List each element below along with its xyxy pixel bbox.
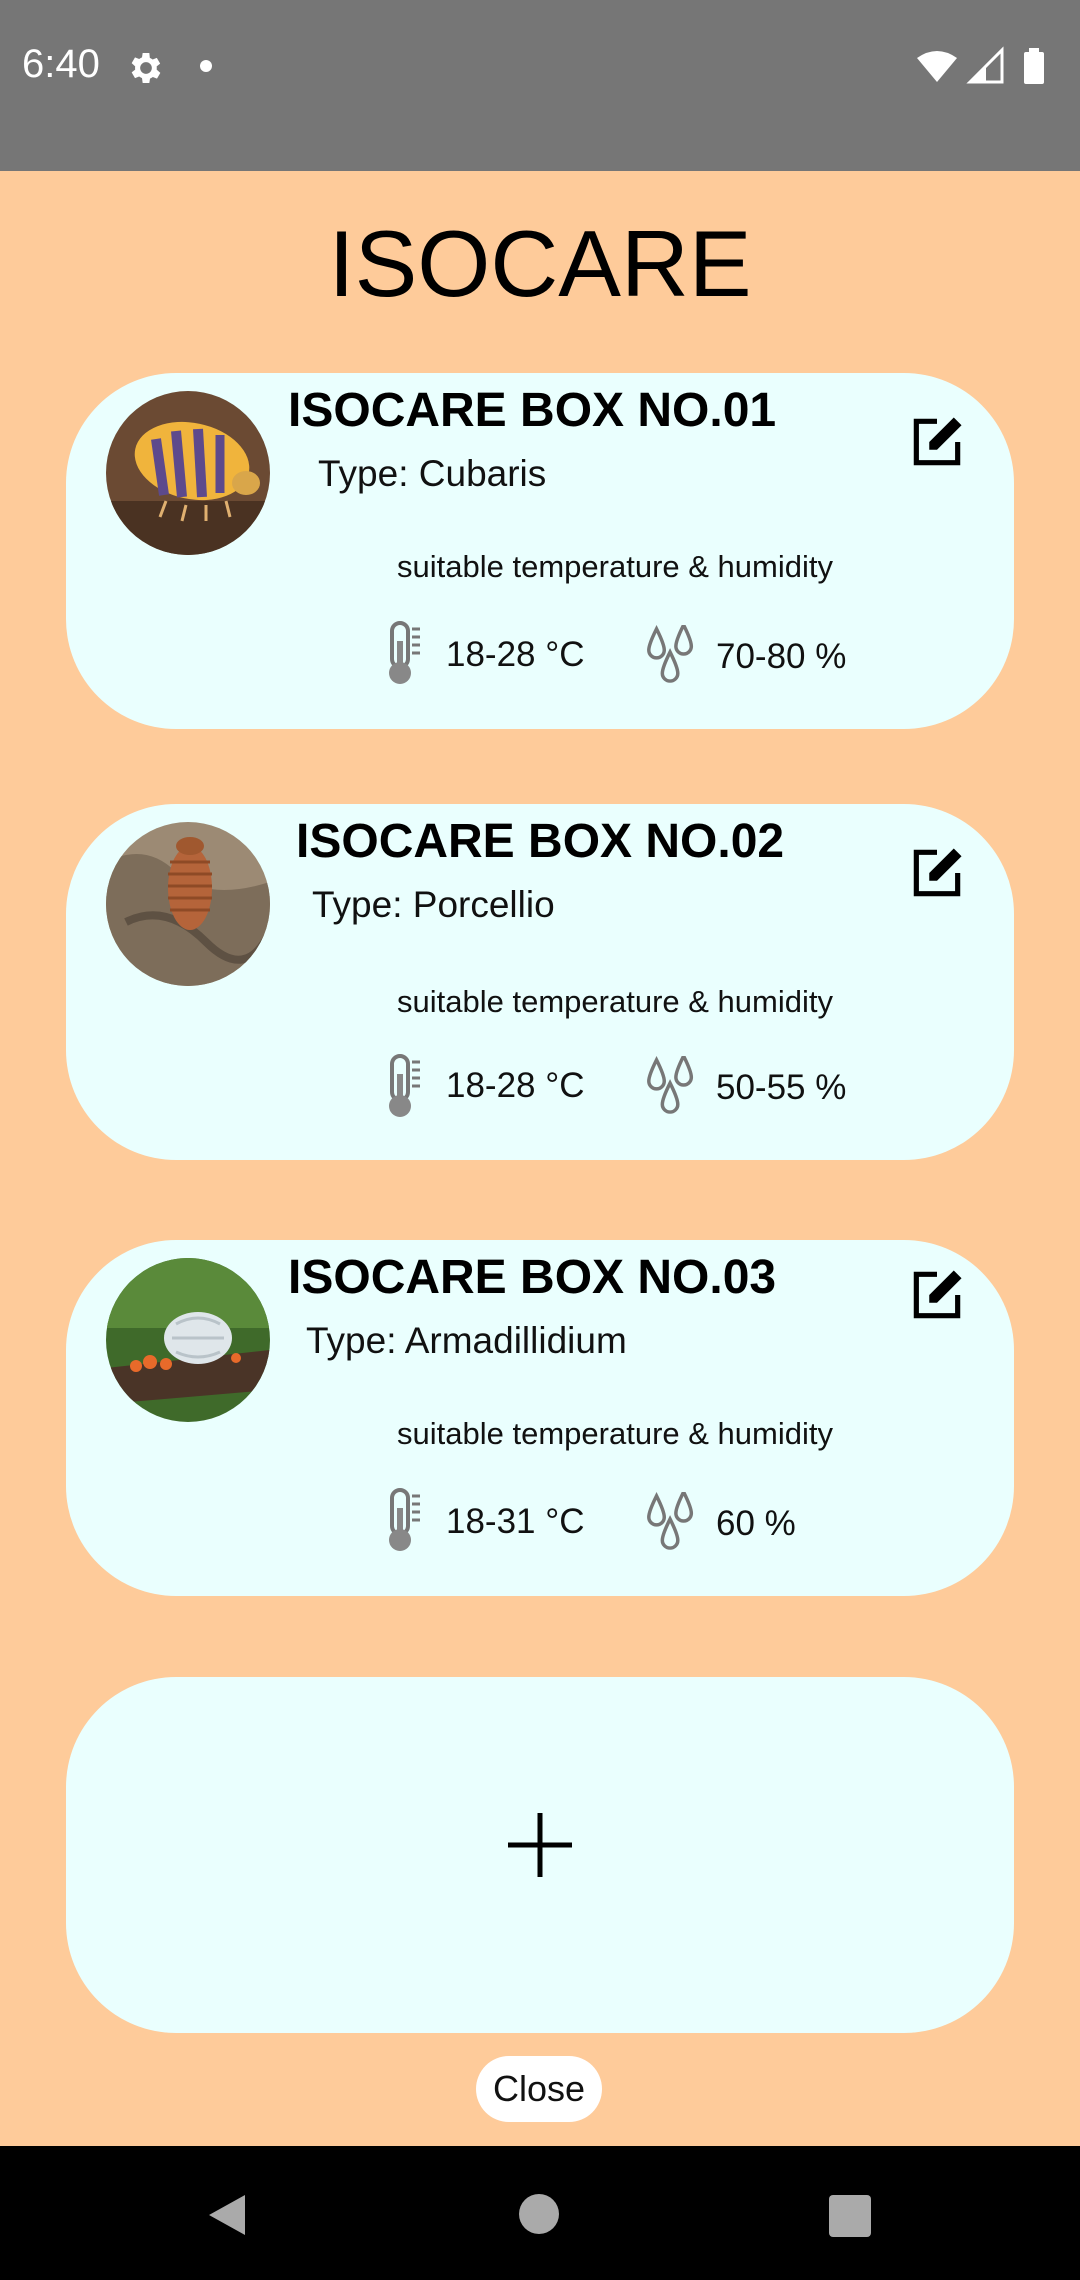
suitability-label: suitable temperature & humidity [397,549,833,584]
thermometer-icon [389,1488,420,1551]
humidity-icon [647,1492,694,1550]
suitability-label: suitable temperature & humidity [397,1416,833,1451]
gear-icon [131,53,161,83]
wifi-icon [917,51,957,82]
recents-icon[interactable] [829,2195,871,2237]
navigation-bar [0,2146,1080,2280]
temperature-value: 18-28 °C [446,635,585,674]
temperature-value: 18-28 °C [446,1066,585,1105]
thermometer-icon [389,1054,420,1117]
humidity-value: 50-55 % [716,1068,847,1107]
edit-icon[interactable] [906,842,968,904]
isopod-photo-porcellio [106,822,270,986]
humidity-icon [647,625,694,683]
add-box-button[interactable] [66,1677,1014,2033]
box-type: Type: Cubaris [318,453,547,494]
box-name: ISOCARE BOX NO.01 [288,384,777,437]
box-card-2[interactable]: ISOCARE BOX NO.02 Type: Porcellio suitab… [66,804,1014,1160]
status-time: 6:40 [22,42,100,86]
thermometer-icon [389,621,420,684]
back-icon[interactable] [205,2193,247,2237]
temperature-value: 18-31 °C [446,1502,585,1541]
edit-icon[interactable] [906,1264,968,1326]
app-title: ISOCARE [328,211,752,316]
system-status-icons [917,46,1044,84]
isopod-photo-cubaris [106,391,270,555]
box-name: ISOCARE BOX NO.02 [296,815,785,868]
box-card-3[interactable]: ISOCARE BOX NO.03 Type: Armadillidium su… [66,1240,1014,1596]
status-bar: 6:40 [0,0,1080,171]
notification-dot-icon [200,60,212,72]
battery-icon [1024,52,1044,84]
humidity-value: 70-80 % [716,637,847,676]
humidity-value: 60 % [716,1504,796,1543]
isopod-photo-armadillidium [106,1258,270,1422]
humidity-icon [647,1056,694,1114]
suitability-label: suitable temperature & humidity [397,984,833,1019]
box-name: ISOCARE BOX NO.03 [288,1251,777,1304]
box-type: Type: Porcellio [312,884,555,925]
box-type: Type: Armadillidium [306,1320,627,1361]
box-card-1[interactable]: ISOCARE BOX NO.01 Type: Cubaris suitable… [66,373,1014,729]
plus-icon [508,1813,572,1877]
close-button[interactable]: Close [476,2056,602,2122]
edit-icon[interactable] [906,411,968,473]
home-icon[interactable] [519,2194,559,2234]
